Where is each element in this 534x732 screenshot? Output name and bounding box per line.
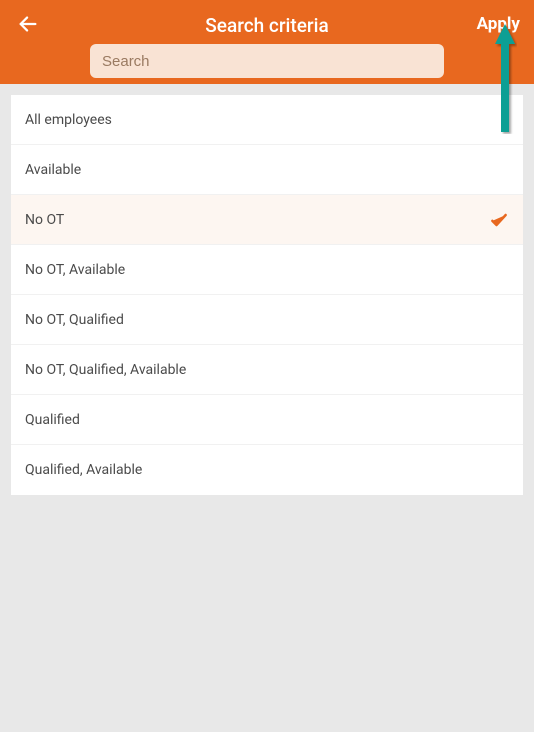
list-item-label: No OT, Qualified	[25, 312, 124, 328]
list-item[interactable]: No OT, Available	[11, 245, 523, 295]
list-item-label: Qualified	[25, 412, 80, 428]
page-title: Search criteria	[0, 14, 534, 37]
list-item-label: Available	[25, 162, 81, 178]
list-item-label: No OT	[25, 212, 64, 228]
apply-button[interactable]: Apply	[477, 14, 520, 34]
header: Search criteria Apply	[0, 0, 534, 84]
list-item-label: No OT, Qualified, Available	[25, 362, 186, 378]
list-item[interactable]: Qualified	[11, 395, 523, 445]
list-item-label: All employees	[25, 112, 112, 128]
list-item[interactable]: No OT	[11, 195, 523, 245]
list-item[interactable]: All employees	[11, 95, 523, 145]
list-item[interactable]: Available	[11, 145, 523, 195]
list-item-label: No OT, Available	[25, 262, 125, 278]
list-item[interactable]: Qualified, Available	[11, 445, 523, 495]
search-input[interactable]	[90, 44, 444, 78]
check-icon	[489, 210, 509, 230]
options-list: All employees Available No OT No OT, Availa…	[11, 95, 523, 495]
list-item[interactable]: No OT, Qualified	[11, 295, 523, 345]
list-item[interactable]: No OT, Qualified, Available	[11, 345, 523, 395]
search-wrap	[90, 44, 444, 78]
list-item-label: Qualified, Available	[25, 462, 142, 478]
